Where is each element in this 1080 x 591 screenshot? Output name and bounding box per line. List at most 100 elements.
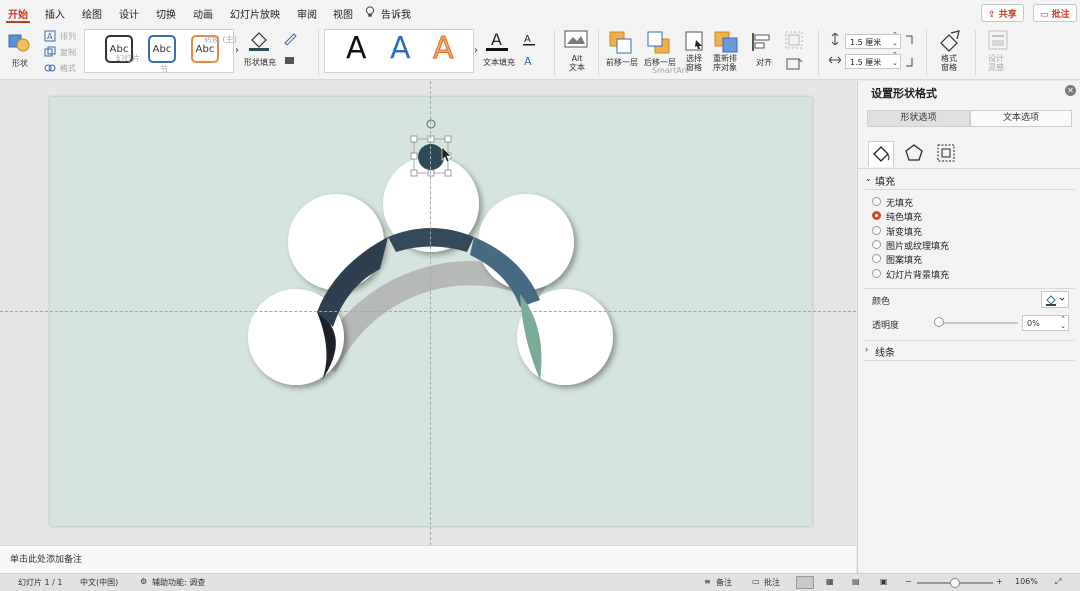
new-slide-label: 幻灯片 xyxy=(116,54,140,63)
tab-slideshow[interactable]: 幻灯片放映 xyxy=(230,6,280,21)
lightbulb-icon xyxy=(365,6,375,17)
notes-icon: ≡ xyxy=(704,577,711,586)
tab-home[interactable]: 开始 xyxy=(8,6,28,21)
svg-text:A: A xyxy=(524,34,531,45)
slideshow-icon[interactable]: ▣ xyxy=(880,577,888,586)
tab-shape-options[interactable]: 形状选项 xyxy=(867,110,970,127)
share-icon: ⇪ xyxy=(988,10,999,20)
zoom-in-icon[interactable]: + xyxy=(996,577,1003,586)
comments-toggle[interactable]: 批注 xyxy=(764,577,780,588)
fit-slide-icon[interactable]: ⤢ xyxy=(1055,577,1061,587)
dim-label-format: 格式 xyxy=(60,64,76,73)
tab-transitions[interactable]: 切换 xyxy=(156,6,176,21)
group-icon[interactable] xyxy=(784,30,804,50)
layout-label: 转换 (主) xyxy=(204,35,237,44)
reading-view-icon[interactable]: ▤ xyxy=(852,577,860,586)
tab-design[interactable]: 设计 xyxy=(119,6,139,21)
language-status[interactable]: 中文(中国) xyxy=(80,577,118,588)
paint-bucket-icon xyxy=(1046,295,1065,306)
paint-bucket-icon[interactable] xyxy=(247,28,271,52)
slide-counter: 幻灯片 1 / 1 xyxy=(18,578,63,587)
rotate-icon[interactable] xyxy=(784,56,804,72)
design-ideas-icon[interactable] xyxy=(987,29,1009,51)
zoom-slider-thumb[interactable] xyxy=(950,578,960,588)
alt-text-icon[interactable] xyxy=(564,30,588,52)
tab-draw[interactable]: 绘图 xyxy=(82,6,102,21)
tab-text-options[interactable]: 文本选项 xyxy=(970,110,1072,127)
tab-view[interactable]: 视图 xyxy=(333,6,353,21)
bring-forward-icon[interactable] xyxy=(608,30,634,54)
selection-pane-icon[interactable] xyxy=(684,30,706,54)
notes-toggle[interactable]: 备注 xyxy=(716,577,732,588)
shapes-icon[interactable] xyxy=(8,31,30,53)
transparency-slider-track[interactable] xyxy=(938,322,1018,324)
text-outline-icon[interactable]: A xyxy=(522,32,536,46)
tab-insert[interactable]: 插入 xyxy=(45,6,65,21)
section-divider xyxy=(864,360,1075,361)
slide-sorter-icon[interactable]: ▦ xyxy=(826,577,834,586)
text-fill-icon[interactable]: A xyxy=(485,28,509,54)
close-icon[interactable]: ✕ xyxy=(1065,85,1076,96)
lock-aspect-icon[interactable] xyxy=(905,34,915,68)
styles-more-chevron-icon[interactable]: › xyxy=(235,45,239,56)
transparency-stepper-icon[interactable]: ⌃ ⌄ xyxy=(1060,316,1066,330)
effects-icon[interactable] xyxy=(283,53,297,67)
wordart-orange[interactable]: A xyxy=(433,32,455,65)
transparency-slider-thumb[interactable] xyxy=(934,317,944,327)
align-label: 对齐 xyxy=(756,58,772,67)
line-section-header[interactable]: › 线条 xyxy=(858,343,1080,361)
tab-review[interactable]: 审阅 xyxy=(297,6,317,21)
wordart-blue[interactable]: A xyxy=(390,33,411,65)
text-effects-icon[interactable]: A xyxy=(522,54,536,68)
height-stepper-icon[interactable]: ⌃ ⌄ xyxy=(892,31,898,47)
fill-section-header[interactable]: ⌄ 填充 xyxy=(858,172,1080,190)
effects-tab[interactable] xyxy=(902,141,928,167)
menu-bar: 开始 插入 绘图 设计 切换 动画 幻灯片放映 审阅 视图 告诉我 ⇪ 共享 ▭… xyxy=(0,0,1080,26)
section-divider xyxy=(864,288,1075,289)
svg-text:A: A xyxy=(47,32,53,41)
comments-button[interactable]: ▭ 批注 xyxy=(1033,4,1077,22)
accessibility-status[interactable]: 辅助功能: 调查 xyxy=(152,577,205,588)
transparency-input[interactable]: 0% ⌃ ⌄ xyxy=(1022,315,1069,331)
size-properties-tab[interactable] xyxy=(934,141,960,167)
tell-me-search[interactable]: 告诉我 xyxy=(381,6,411,21)
notes-placeholder[interactable]: 单击此处添加备注 xyxy=(10,552,82,565)
horizontal-guide[interactable] xyxy=(0,311,856,312)
section-label: 节 xyxy=(160,65,168,74)
zoom-level[interactable]: 106% xyxy=(1015,577,1038,586)
textbox-icon[interactable]: A xyxy=(44,30,56,42)
section-divider xyxy=(864,340,1075,341)
wordart-black[interactable]: A xyxy=(346,33,367,65)
color-picker-button[interactable] xyxy=(1041,291,1069,308)
style-preset-2[interactable]: Abc xyxy=(148,35,176,63)
arrange-icon[interactable] xyxy=(44,46,56,58)
paint-bucket-icon xyxy=(873,146,890,162)
comment-icon: ▭ xyxy=(1040,10,1052,20)
svg-text:A: A xyxy=(491,30,502,49)
ribbon: 形状 A 排列 复制 格式 Abc Abc Abc 幻灯片 节 转换 (主) ›… xyxy=(0,26,1080,80)
fill-line-tab[interactable] xyxy=(868,141,894,167)
duplicate-icon[interactable] xyxy=(44,62,56,74)
notes-bar[interactable]: 单击此处添加备注 xyxy=(0,545,856,573)
shape-fill-label: 形状填充 xyxy=(244,58,276,67)
slide-editor[interactable] xyxy=(0,81,856,545)
zoom-out-icon[interactable]: − xyxy=(905,577,912,586)
shapes-label: 形状 xyxy=(12,59,28,68)
share-button[interactable]: ⇪ 共享 xyxy=(981,4,1024,22)
wordart-more-chevron-icon[interactable]: › xyxy=(474,45,478,56)
format-pane-icon[interactable] xyxy=(937,29,963,53)
status-bar: 幻灯片 1 / 1 中文(中国) ⚙ 辅助功能: 调查 ≡ 备注 ▭ 批注 ▦ … xyxy=(0,573,1080,591)
tab-animations[interactable]: 动画 xyxy=(193,6,213,21)
width-stepper-icon[interactable]: ⌃ ⌄ xyxy=(892,51,898,67)
send-backward-icon[interactable] xyxy=(646,30,672,54)
align-icon[interactable] xyxy=(750,30,774,54)
pentagon-icon xyxy=(905,144,923,161)
smartart-label: SmartArt xyxy=(652,66,689,75)
vertical-guide[interactable] xyxy=(430,81,431,545)
reorder-objects-icon[interactable] xyxy=(713,30,741,54)
bring-forward-label: 前移一层 xyxy=(606,58,638,67)
svg-text:A: A xyxy=(524,55,532,68)
pen-outline-icon[interactable] xyxy=(283,31,297,45)
normal-view-icon[interactable] xyxy=(796,576,814,589)
selected-dot xyxy=(418,144,444,170)
